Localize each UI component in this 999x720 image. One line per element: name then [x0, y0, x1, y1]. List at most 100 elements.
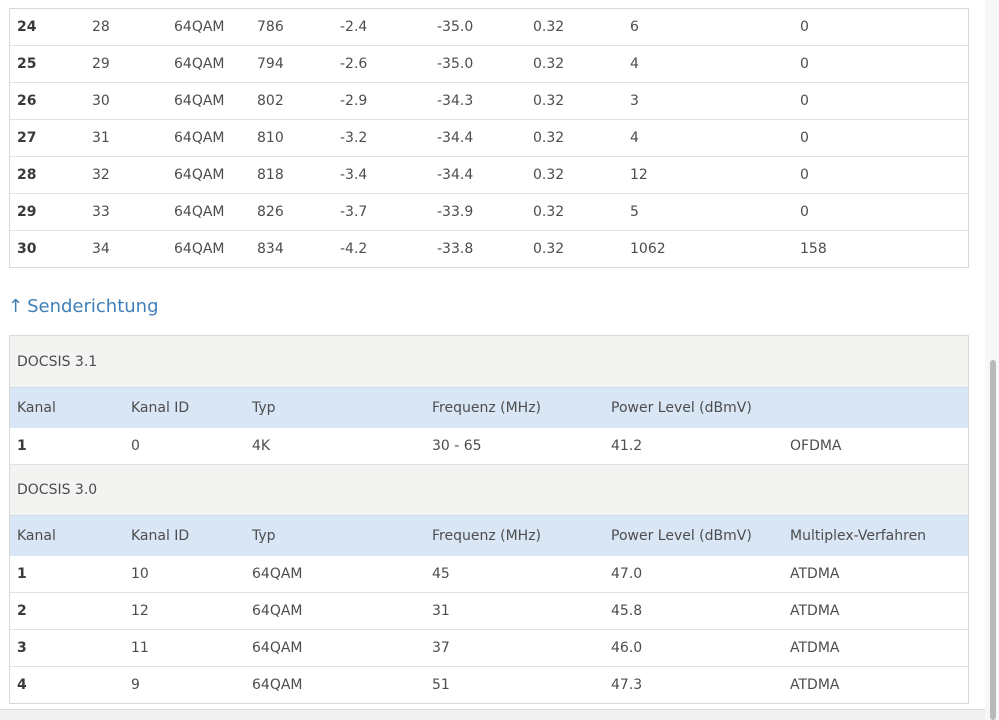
cell-freq: 826	[257, 204, 284, 220]
cell-typ: 64QAM	[174, 241, 225, 257]
page: 24 28 64QAM 786 -2.4 -35.0 0.32 6 0 25 29 64QAM 794-…	[0, 0, 999, 720]
cell-power: -2.9	[340, 93, 368, 109]
cell-snr: -34.4	[437, 167, 474, 183]
cell-typ: 64QAM	[252, 677, 303, 693]
cell-kanal: 24	[17, 19, 37, 35]
table-row: 26 30 64QAM 802 -2.9 -34.3 0.32 3 0	[10, 82, 968, 119]
cell-extra: 0.32	[533, 56, 565, 72]
cell-power: -3.4	[340, 167, 368, 183]
cell-extra: 0.32	[533, 93, 565, 109]
cell-kanal: 27	[17, 130, 37, 146]
cell-kanal-id: 11	[131, 640, 149, 656]
table-row: 1 10 64QAM 45 47.0 ATDMA	[10, 556, 968, 592]
header-typ: Typ	[252, 528, 276, 544]
cell-corr: 1062	[630, 241, 666, 257]
cell-power: -4.2	[340, 241, 368, 257]
header-kanal: Kanal	[17, 528, 56, 544]
table-row: 25 29 64QAM 794 -2.6 -35.0 0.32 4 0	[10, 45, 968, 82]
docsis30-rows: 1 10 64QAM 45 47.0 ATDMA 2 12 64QAM 31 45.8 ATDMA 3 1…	[10, 556, 968, 703]
cell-kanal-id: 29	[92, 56, 110, 72]
cell-extra: 0.32	[533, 167, 565, 183]
cell-freq: 30 - 65	[432, 438, 482, 454]
cell-kanal-id: 33	[92, 204, 110, 220]
header-kanal: Kanal	[17, 400, 56, 416]
cell-freq: 802	[257, 93, 284, 109]
header-power-level: Power Level (dBmV)	[611, 528, 752, 544]
cell-typ: 64QAM	[252, 566, 303, 582]
cell-uncorr: 158	[800, 241, 827, 257]
cell-snr: -33.8	[437, 241, 474, 257]
cell-kanal: 3	[17, 640, 27, 656]
cell-kanal: 1	[17, 566, 27, 582]
docsis30-label: DOCSIS 3.0	[17, 482, 98, 498]
cell-snr: -35.0	[437, 56, 474, 72]
cell-typ: 64QAM	[174, 93, 225, 109]
cell-extra: 0.32	[533, 130, 565, 146]
cell-power: -3.2	[340, 130, 368, 146]
cell-corr: 4	[630, 56, 639, 72]
scrollbar-thumb[interactable]	[990, 360, 996, 720]
cell-freq: 31	[432, 603, 450, 619]
cell-kanal: 2	[17, 603, 27, 619]
cell-kanal-id: 0	[131, 438, 140, 454]
upstream-section-title: Senderichtung	[27, 296, 159, 317]
cell-power: -3.7	[340, 204, 368, 220]
cell-freq: 818	[257, 167, 284, 183]
docsis30-group-header: DOCSIS 3.0	[10, 464, 968, 515]
cell-extra: 0.32	[533, 19, 565, 35]
cell-kanal-id: 9	[131, 677, 140, 693]
upstream-section-link[interactable]: ↑ Senderichtung	[8, 296, 159, 317]
table-row: 27 31 64QAM 810 -3.2 -34.4 0.32 4 0	[10, 119, 968, 156]
cell-kanal: 1	[17, 438, 27, 454]
cell-snr: -33.9	[437, 204, 474, 220]
cell-power: 47.0	[611, 566, 643, 582]
cell-kanal: 4	[17, 677, 27, 693]
cell-kanal-id: 10	[131, 566, 149, 582]
header-kanal-id: Kanal ID	[131, 528, 190, 544]
scrollbar[interactable]	[985, 0, 999, 720]
table-row: 24 28 64QAM 786 -2.4 -35.0 0.32 6 0	[10, 9, 968, 45]
cell-mux: OFDMA	[790, 438, 842, 454]
cell-kanal: 25	[17, 56, 37, 72]
cell-uncorr: 0	[800, 204, 809, 220]
cell-uncorr: 0	[800, 167, 809, 183]
cell-freq: 786	[257, 19, 284, 35]
table-row: 30 34 64QAM 834 -4.2 -33.8 0.32 1062 158	[10, 230, 968, 267]
header-frequenz: Frequenz (MHz)	[432, 528, 542, 544]
header-typ: Typ	[252, 400, 276, 416]
cell-corr: 5	[630, 204, 639, 220]
cell-uncorr: 0	[800, 130, 809, 146]
cell-extra: 0.32	[533, 204, 565, 220]
cell-kanal: 29	[17, 204, 37, 220]
cell-uncorr: 0	[800, 56, 809, 72]
cell-snr: -34.4	[437, 130, 474, 146]
cell-extra: 0.32	[533, 241, 565, 257]
cell-snr: -34.3	[437, 93, 474, 109]
cell-mux: ATDMA	[790, 677, 840, 693]
cell-typ: 64QAM	[174, 204, 225, 220]
table-row: 29 33 64QAM 826 -3.7 -33.9 0.32 5 0	[10, 193, 968, 230]
cell-typ: 64QAM	[252, 603, 303, 619]
table-row: 2 12 64QAM 31 45.8 ATDMA	[10, 592, 968, 629]
downstream-table: 24 28 64QAM 786 -2.4 -35.0 0.32 6 0 25 29 64QAM 794 -…	[9, 8, 969, 268]
cell-corr: 12	[630, 167, 648, 183]
table-row: 1 0 4K 30 - 65 41.2 OFDMA	[10, 428, 968, 464]
docsis31-rows: 1 0 4K 30 - 65 41.2 OFDMA	[10, 428, 968, 464]
cell-typ: 64QAM	[252, 640, 303, 656]
arrow-up-icon: ↑	[8, 296, 24, 317]
cell-power: 47.3	[611, 677, 643, 693]
cell-corr: 4	[630, 130, 639, 146]
cell-snr: -35.0	[437, 19, 474, 35]
cell-typ: 64QAM	[174, 167, 225, 183]
cell-typ: 64QAM	[174, 130, 225, 146]
cell-typ: 64QAM	[174, 19, 225, 35]
table-row: 28 32 64QAM 818 -3.4 -34.4 0.32 12 0	[10, 156, 968, 193]
cell-corr: 6	[630, 19, 639, 35]
header-power-level: Power Level (dBmV)	[611, 400, 752, 416]
upstream-table: DOCSIS 3.1 Kanal Kanal ID Typ Frequenz (…	[9, 335, 969, 704]
cell-uncorr: 0	[800, 19, 809, 35]
cell-kanal-id: 12	[131, 603, 149, 619]
docsis30-header-row: Kanal Kanal ID Typ Frequenz (MHz) Power …	[10, 515, 968, 556]
cell-kanal-id: 31	[92, 130, 110, 146]
table-row: 3 11 64QAM 37 46.0 ATDMA	[10, 629, 968, 666]
